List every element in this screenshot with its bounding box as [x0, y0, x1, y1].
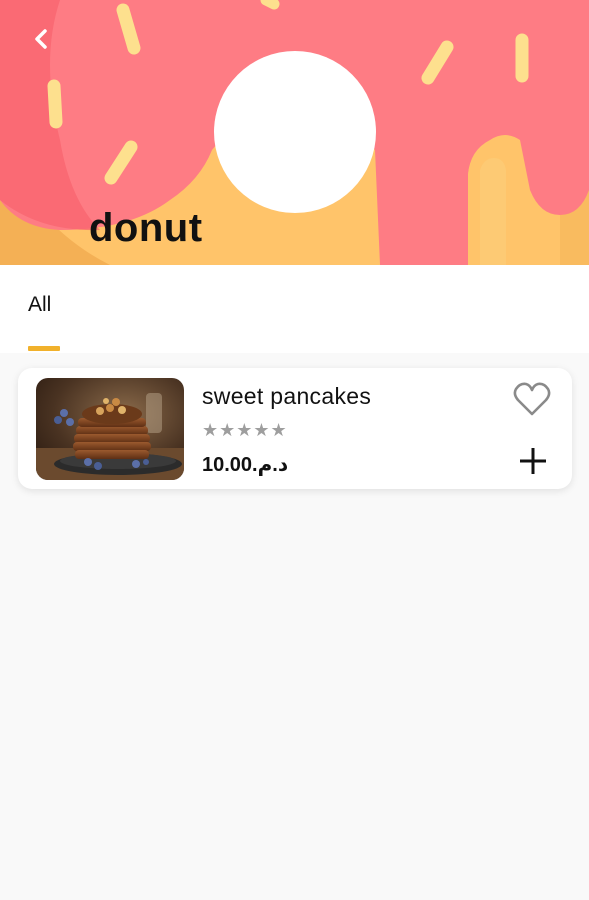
back-button[interactable] [32, 28, 66, 62]
category-tabs: All [0, 265, 589, 353]
product-price: 10.00.د.م [202, 454, 289, 476]
header-banner: donut [0, 0, 589, 265]
product-image [36, 378, 184, 480]
pancakes-photo [36, 378, 184, 480]
add-to-cart-button[interactable] [516, 444, 550, 478]
tab-label: All [28, 293, 52, 316]
product-name: sweet pancakes [202, 383, 372, 409]
product-card[interactable]: sweet pancakes ★★★★★ 10.00.د.م [18, 368, 572, 489]
page-title: donut [89, 206, 203, 250]
rating-stars: ★★★★★ [202, 420, 288, 440]
heart-outline-icon [512, 382, 552, 422]
favorite-button[interactable] [512, 380, 552, 418]
active-tab-indicator [28, 346, 60, 351]
plus-icon [516, 448, 550, 482]
